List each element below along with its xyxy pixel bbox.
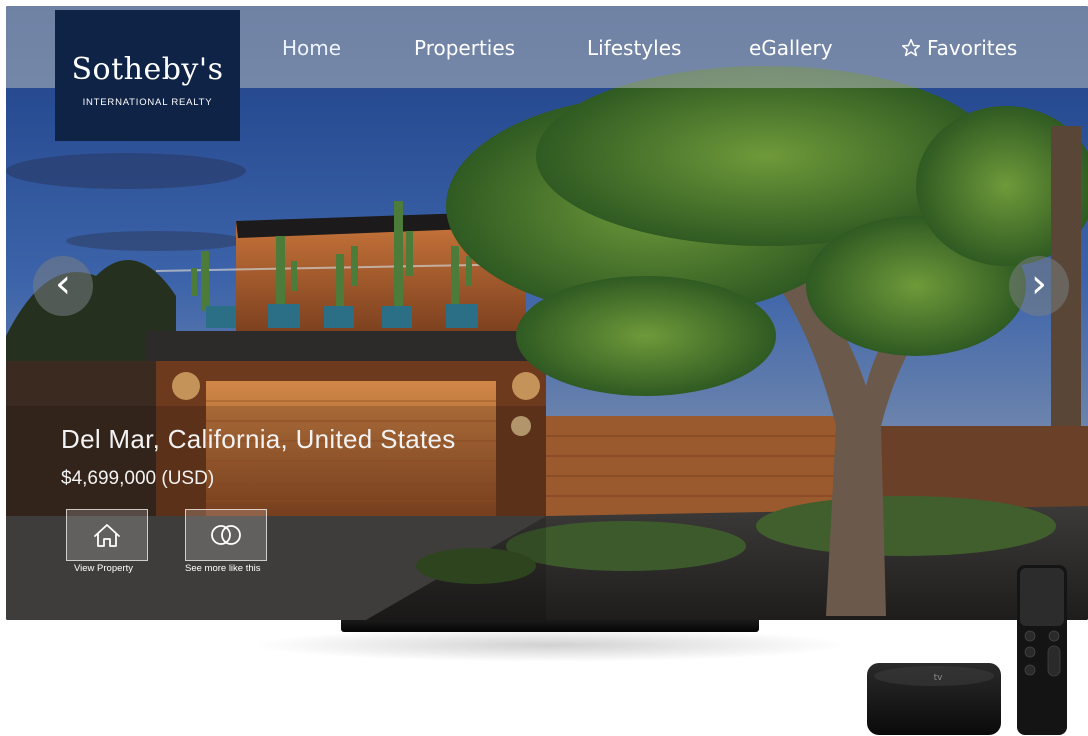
chevron-left-icon: ‹ bbox=[55, 261, 71, 307]
home-icon bbox=[94, 524, 120, 547]
carousel-next-button[interactable]: › bbox=[1009, 256, 1069, 316]
brand-subtitle: INTERNATIONAL REALTY bbox=[82, 97, 213, 108]
nav-item-home[interactable]: Home bbox=[282, 36, 341, 60]
view-property-label: View Property bbox=[74, 563, 133, 574]
nav-item-egallery[interactable]: eGallery bbox=[749, 36, 833, 60]
see-more-like-this-button[interactable] bbox=[185, 509, 267, 561]
carousel-prev-button[interactable]: ‹ bbox=[33, 256, 93, 316]
box-logo: tv bbox=[934, 673, 944, 683]
tv-stand-shadow bbox=[250, 628, 850, 662]
overlapping-circles-icon bbox=[211, 525, 241, 545]
nav-item-lifestyles[interactable]: Lifestyles bbox=[587, 36, 681, 60]
listing-location: Del Mar, California, United States bbox=[61, 424, 456, 454]
listing-price: $4,699,000 (USD) bbox=[61, 468, 215, 489]
brand-logo[interactable]: Sotheby's INTERNATIONAL REALTY bbox=[55, 10, 240, 141]
view-property-button[interactable] bbox=[66, 509, 148, 561]
apple-tv-box: tv bbox=[867, 663, 1001, 735]
brand-name: Sotheby's bbox=[71, 52, 224, 87]
star-icon bbox=[901, 38, 921, 57]
nav-item-properties[interactable]: Properties bbox=[414, 36, 515, 60]
chevron-right-icon: › bbox=[1031, 261, 1047, 307]
tv-frame: Sotheby's INTERNATIONAL REALTY Home Prop… bbox=[6, 6, 1088, 620]
see-more-like-this-label: See more like this bbox=[185, 563, 261, 574]
nav-favorites-label: Favorites bbox=[927, 36, 1018, 60]
apple-tv-remote bbox=[1017, 565, 1067, 735]
tv-stand bbox=[341, 620, 759, 632]
nav-item-favorites[interactable]: Favorites bbox=[901, 36, 1017, 60]
tv-screen: Sotheby's INTERNATIONAL REALTY Home Prop… bbox=[6, 6, 1088, 620]
